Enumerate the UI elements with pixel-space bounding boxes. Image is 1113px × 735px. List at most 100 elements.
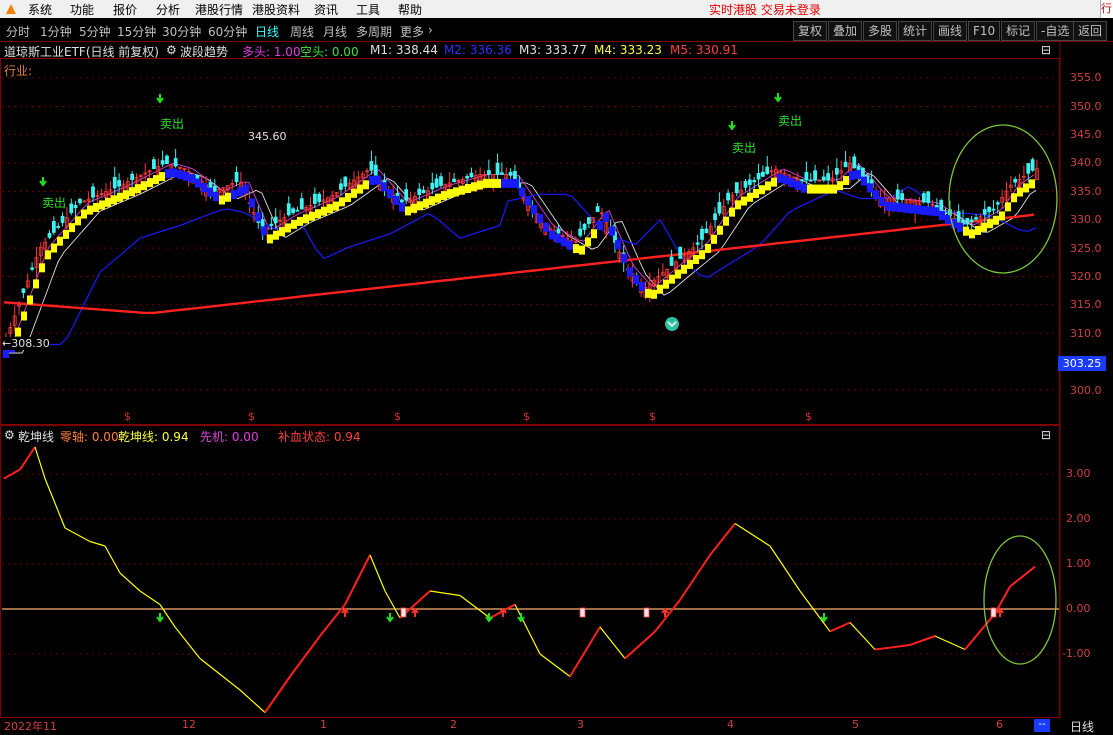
oscillator-segment — [934, 635, 966, 651]
candle-body — [430, 182, 435, 190]
trend-block — [123, 190, 129, 200]
trend-block — [657, 284, 663, 294]
ma4-value: M4: 333.23 — [594, 43, 662, 57]
candle-body — [726, 192, 730, 201]
candle-body — [343, 176, 348, 187]
dividend-marker: $ — [649, 410, 656, 423]
buy-arrow-icon — [499, 607, 507, 617]
oscillator-segment — [874, 644, 911, 651]
trend-block — [567, 240, 573, 250]
dividend-marker: $ — [394, 410, 401, 423]
trend-block — [387, 189, 393, 199]
trend-block — [903, 203, 909, 213]
candle-body — [373, 164, 378, 176]
candle-body — [369, 161, 374, 171]
trend-block — [963, 226, 969, 236]
trend-block — [105, 197, 111, 207]
trend-block — [225, 192, 231, 202]
candle-body — [700, 228, 704, 240]
candle-body — [995, 202, 1000, 205]
oscillator-segment — [734, 522, 771, 547]
trend-block — [795, 180, 801, 190]
trend-block — [111, 195, 117, 205]
candle-body — [1030, 159, 1035, 171]
trend-block — [381, 182, 387, 192]
trend-block — [429, 196, 435, 206]
trend-block — [81, 209, 87, 219]
trend-block — [51, 243, 57, 253]
candle-body — [713, 213, 717, 221]
trend-block — [27, 295, 33, 305]
candle-body — [339, 183, 343, 190]
trend-block — [333, 201, 339, 211]
sell-signal-label: 卖出 — [732, 141, 757, 155]
oscillator-segment — [849, 622, 876, 650]
oscillator-segment — [459, 595, 491, 619]
trend-block — [345, 193, 351, 203]
candle-body — [852, 156, 857, 169]
indicator-name[interactable]: 波段趋势 — [180, 43, 228, 60]
oscillator-segment — [139, 590, 161, 605]
trend-block — [57, 236, 63, 246]
kongtou-value: 空头: 0.00 — [300, 45, 359, 59]
candle-body — [269, 223, 274, 226]
date-label: 5 — [852, 718, 859, 731]
candle-body — [556, 228, 561, 234]
candle-body — [165, 155, 169, 165]
oscillator-segment — [679, 554, 711, 601]
trend-block — [153, 175, 159, 185]
settings-icon[interactable]: ⚙ — [166, 43, 177, 57]
trend-block — [999, 211, 1005, 221]
candle-body — [743, 181, 748, 188]
price-tick: 330.0 — [1070, 213, 1102, 226]
collapse-icon[interactable]: ⊟ — [1041, 428, 1051, 442]
trend-block — [171, 168, 177, 178]
candle-body — [312, 193, 317, 204]
trend-block — [525, 196, 531, 206]
trend-block — [489, 178, 495, 188]
candle-body — [91, 186, 95, 198]
trend-block — [63, 229, 69, 239]
oscillator-segment — [539, 653, 571, 677]
trend-block — [279, 227, 285, 237]
collapse-icon[interactable]: ⊟ — [1041, 43, 1051, 57]
high-price-label: 345.60 — [248, 130, 287, 143]
settings-icon[interactable]: ⚙ — [4, 428, 15, 442]
candle-body — [286, 203, 291, 216]
trend-block — [819, 184, 825, 194]
current-price-badge: 303.25 — [1058, 356, 1106, 371]
dividend-marker: $ — [124, 410, 131, 423]
sell-arrow-icon — [728, 121, 736, 131]
oscillator-name[interactable]: 乾坤线 — [18, 428, 54, 445]
trend-block — [45, 250, 51, 260]
candle-body — [982, 209, 987, 215]
price-tick: 310.0 — [1070, 327, 1102, 340]
signal-bar — [579, 607, 586, 618]
candle-body — [465, 176, 470, 179]
candle-body — [1026, 163, 1031, 174]
candle-body — [291, 208, 296, 214]
trend-block — [141, 181, 147, 191]
candle-body — [399, 199, 404, 203]
trend-block — [309, 211, 315, 221]
main-info-bar: 道琼斯工业ETF(日线 前复权) ⚙ 波段趋势 多头: 1.00 空头: 0.0… — [0, 42, 1060, 60]
trend-block — [813, 184, 819, 194]
scroll-end-button[interactable]: -- — [1034, 719, 1050, 732]
oscillator-segment — [174, 626, 201, 659]
trend-block — [1011, 193, 1017, 203]
trend-block — [723, 216, 729, 226]
sell-arrow-icon — [156, 613, 164, 623]
kline-chart[interactable] — [0, 0, 1113, 734]
osc-tick: 3.00 — [1066, 467, 1091, 480]
buy-arrow-icon — [996, 607, 1004, 617]
trend-block — [885, 201, 891, 211]
trend-block — [789, 178, 795, 188]
trend-block — [1005, 202, 1011, 212]
scroll-down-icon[interactable] — [665, 317, 679, 331]
sell-arrow-icon — [386, 613, 394, 623]
trend-block — [219, 195, 225, 205]
period-label[interactable]: 日线 — [1070, 718, 1094, 735]
trend-block — [543, 222, 549, 232]
candle-body — [234, 172, 239, 183]
oscillator-segment — [159, 604, 176, 628]
